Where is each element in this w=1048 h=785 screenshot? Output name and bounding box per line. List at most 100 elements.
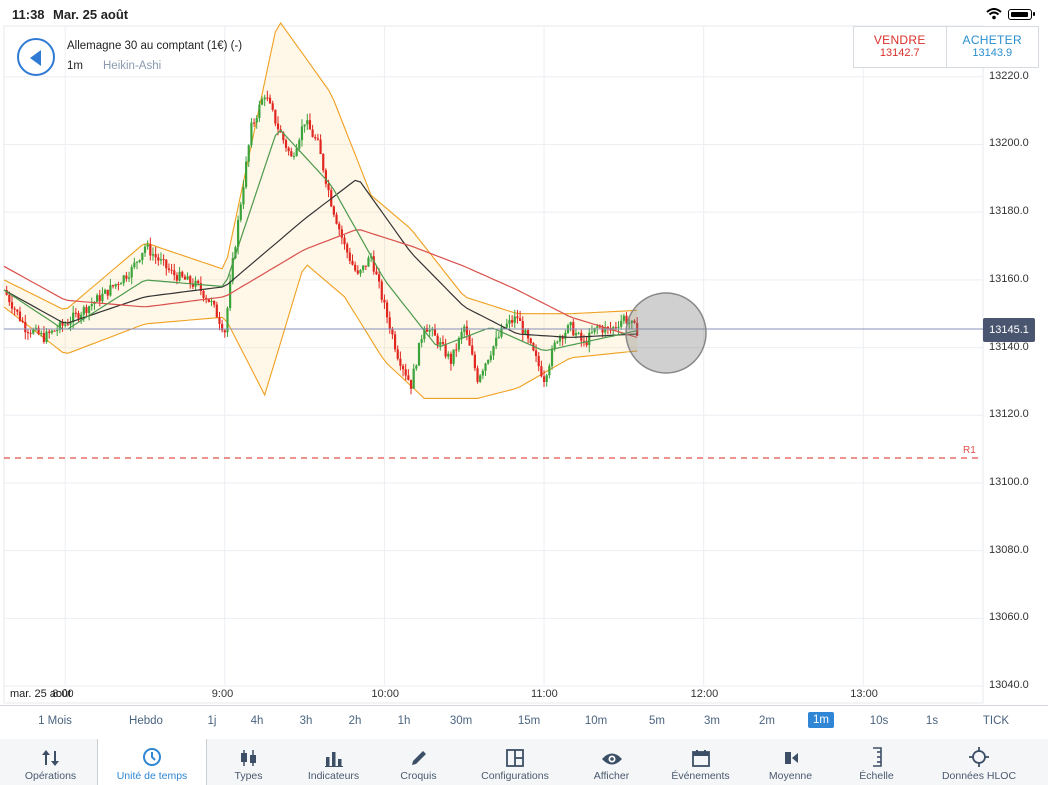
candle-down xyxy=(511,320,514,323)
timeframe-label: 1m xyxy=(67,60,83,72)
timeframe-1s[interactable]: 1s xyxy=(926,715,938,727)
timeframe-1j[interactable]: 1j xyxy=(208,715,217,727)
candle-down xyxy=(404,369,407,376)
candle-down xyxy=(18,311,22,321)
candle-up xyxy=(32,329,35,334)
candle-up xyxy=(452,349,455,364)
toolbar-configurations-button[interactable]: Configurations xyxy=(462,739,568,785)
candle-up xyxy=(622,315,625,321)
candle-up xyxy=(574,333,578,336)
candle-down xyxy=(542,376,546,383)
back-arrow-icon xyxy=(30,50,41,66)
sell-price: 13142.7 xyxy=(879,47,920,59)
candle-down xyxy=(433,329,437,336)
candle-down xyxy=(85,307,88,313)
candle-down xyxy=(319,139,322,155)
candle-up xyxy=(151,254,155,256)
candle-up xyxy=(412,368,415,389)
toolbar-hloc-button[interactable]: Données HLOC xyxy=(918,739,1040,785)
candle-down xyxy=(189,276,192,284)
back-button[interactable] xyxy=(17,38,55,76)
toolbar-scale-button[interactable]: Échelle xyxy=(835,739,918,785)
toolbar-indicators-button[interactable]: Indicateurs xyxy=(292,739,375,785)
candle-down xyxy=(407,375,410,380)
candle-down xyxy=(351,260,354,265)
toolbar-operations-button[interactable]: Opérations xyxy=(4,739,98,785)
candle-down xyxy=(322,154,325,171)
candle-down xyxy=(540,366,543,377)
timeframe-4h[interactable]: 4h xyxy=(251,715,264,727)
toolbar-sketch-button[interactable]: Croquis xyxy=(375,739,462,785)
y-tick-label: 13200.0 xyxy=(989,137,1029,150)
timeframe-hebdo[interactable]: Hebdo xyxy=(129,715,163,727)
candle-down xyxy=(471,345,474,355)
timeframe-30m[interactable]: 30m xyxy=(450,715,472,727)
candle-down xyxy=(26,332,30,334)
candle-down xyxy=(268,97,272,104)
toolbar-label: Afficher xyxy=(593,770,630,782)
x-tick-label: 10:00 xyxy=(371,688,399,700)
timeframe-3m[interactable]: 3m xyxy=(704,715,720,727)
timeframe-2m[interactable]: 2m xyxy=(759,715,775,727)
timeframe-1h[interactable]: 1h xyxy=(398,715,411,727)
toolbar-types-button[interactable]: Types xyxy=(205,739,292,785)
candle-up xyxy=(439,342,442,345)
candle-down xyxy=(149,244,152,256)
timeframe-1-mois[interactable]: 1 Mois xyxy=(38,715,72,727)
candle-up xyxy=(481,370,484,376)
candle-down xyxy=(396,349,399,359)
candle-down xyxy=(16,309,19,312)
candle-up xyxy=(103,289,107,294)
timeframe-15m[interactable]: 15m xyxy=(518,715,540,727)
candle-up xyxy=(298,140,301,149)
candle-up xyxy=(255,118,258,123)
timeframe-2h[interactable]: 2h xyxy=(349,715,362,727)
price-chart[interactable] xyxy=(0,0,1048,705)
candle-up xyxy=(122,275,125,284)
candle-down xyxy=(468,334,471,346)
candle-up xyxy=(210,300,213,303)
timeframe-5m[interactable]: 5m xyxy=(649,715,665,727)
candle-up xyxy=(119,283,123,285)
candle-up xyxy=(263,97,266,100)
candle-down xyxy=(380,281,383,300)
candle-up xyxy=(362,265,365,270)
timeframe-10s[interactable]: 10s xyxy=(870,715,889,727)
candle-down xyxy=(98,295,101,302)
candle-down xyxy=(48,331,51,333)
candle-down xyxy=(154,254,157,258)
candle-down xyxy=(378,274,381,282)
candle-up xyxy=(96,295,99,302)
candle-down xyxy=(449,353,453,364)
candle-down xyxy=(8,294,11,303)
calendar-icon xyxy=(655,739,746,767)
candle-up xyxy=(50,330,53,333)
toolbar-moyenne-button[interactable]: Moyenne xyxy=(746,739,835,785)
buy-button[interactable]: ACHETER 13143.9 xyxy=(945,27,1039,67)
candle-down xyxy=(476,368,479,382)
candle-down xyxy=(314,137,317,139)
candle-down xyxy=(354,264,357,271)
candle-up xyxy=(460,331,463,338)
sell-button[interactable]: VENDRE 13142.7 xyxy=(854,27,946,67)
candle-up xyxy=(90,304,93,307)
candle-up xyxy=(258,104,261,119)
candle-down xyxy=(173,270,176,276)
candle-up xyxy=(159,259,163,261)
candle-down xyxy=(213,300,216,305)
candle-up xyxy=(447,353,450,357)
toolbar-label: Données HLOC xyxy=(941,770,1017,782)
candle-up xyxy=(620,320,623,327)
candle-up xyxy=(564,332,567,339)
toolbar-label: Unité de temps xyxy=(116,770,188,782)
timeframe-3h[interactable]: 3h xyxy=(300,715,313,727)
candle-down xyxy=(332,206,335,215)
timeframe-tick[interactable]: TICK xyxy=(983,715,1009,727)
timeframe-1m[interactable]: 1m xyxy=(808,712,834,728)
y-tick-label: 13220.0 xyxy=(989,69,1029,82)
timeframe-10m[interactable]: 10m xyxy=(585,715,607,727)
y-tick-label: 13140.0 xyxy=(989,340,1029,353)
toolbar-timeframe-button[interactable]: Unité de temps xyxy=(97,739,207,785)
toolbar-events-button[interactable]: Événements xyxy=(655,739,746,785)
toolbar-display-button[interactable]: Afficher xyxy=(568,739,655,785)
